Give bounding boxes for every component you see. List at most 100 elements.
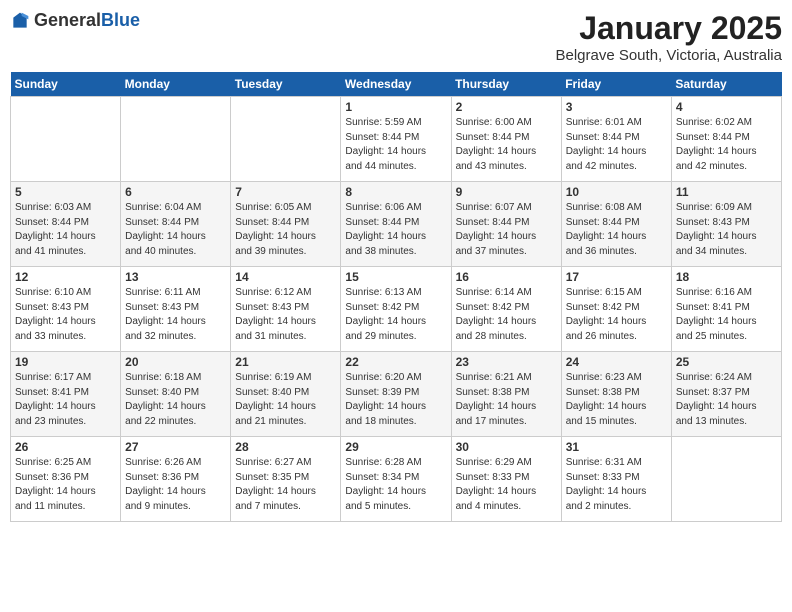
day-header-tuesday: Tuesday bbox=[231, 72, 341, 97]
date-number: 27 bbox=[125, 440, 226, 454]
logo: GeneralBlue bbox=[10, 10, 140, 31]
date-number: 26 bbox=[15, 440, 116, 454]
calendar-cell: 5Sunrise: 6:03 AM Sunset: 8:44 PM Daylig… bbox=[11, 182, 121, 267]
calendar-cell: 18 Sunrise: 6:16 AM Sunset: 8:41 PM Dayli… bbox=[671, 267, 781, 352]
month-title: January 2025 bbox=[555, 10, 782, 47]
calendar-cell: 4 Sunrise: 6:02 AM Sunset: 8:44 PM Daylig… bbox=[671, 97, 781, 182]
date-number: 6 bbox=[125, 185, 226, 199]
cell-info: Sunrise: 6:29 AM Sunset: 8:33 PM Dayligh… bbox=[456, 456, 557, 514]
date-number: 20 bbox=[125, 355, 226, 369]
calendar-cell: 24 Sunrise: 6:23 AM Sunset: 8:38 PM Dayli… bbox=[561, 352, 671, 437]
date-number: 16 bbox=[456, 270, 557, 284]
calendar-cell: 20 Sunrise: 6:18 AM Sunset: 8:40 PM Dayli… bbox=[121, 352, 231, 437]
date-number: 15 bbox=[345, 270, 446, 284]
calendar-cell: 6 Sunrise: 6:04 AM Sunset: 8:44 PM Daylig… bbox=[121, 182, 231, 267]
calendar-cell: 13 Sunrise: 6:11 AM Sunset: 8:43 PM Dayli… bbox=[121, 267, 231, 352]
page-header: GeneralBlue January 2025 Belgrave South,… bbox=[10, 10, 782, 64]
cell-info: Sunrise: 6:09 AM Sunset: 8:43 PM Dayligh… bbox=[676, 201, 777, 259]
date-number: 29 bbox=[345, 440, 446, 454]
date-number: 10 bbox=[566, 185, 667, 199]
calendar-cell: 21 Sunrise: 6:19 AM Sunset: 8:40 PM Dayli… bbox=[231, 352, 341, 437]
cell-info: Sunrise: 6:20 AM Sunset: 8:39 PM Dayligh… bbox=[345, 371, 446, 429]
cell-info: Sunrise: 6:19 AM Sunset: 8:40 PM Dayligh… bbox=[235, 371, 336, 429]
cell-info: Sunrise: 6:21 AM Sunset: 8:38 PM Dayligh… bbox=[456, 371, 557, 429]
calendar-cell: 10Sunrise: 6:08 AM Sunset: 8:44 PM Dayli… bbox=[561, 182, 671, 267]
date-number: 25 bbox=[676, 355, 777, 369]
calendar-cell: 11 Sunrise: 6:09 AM Sunset: 8:43 PM Dayli… bbox=[671, 182, 781, 267]
calendar-cell: 28 Sunrise: 6:27 AM Sunset: 8:35 PM Dayli… bbox=[231, 437, 341, 522]
calendar-cell bbox=[121, 97, 231, 182]
cell-info: Sunrise: 6:12 AM Sunset: 8:43 PM Dayligh… bbox=[235, 286, 336, 344]
cell-info: Sunrise: 6:26 AM Sunset: 8:36 PM Dayligh… bbox=[125, 456, 226, 514]
date-number: 11 bbox=[676, 185, 777, 199]
calendar-cell bbox=[671, 437, 781, 522]
calendar-cell: 17Sunrise: 6:15 AM Sunset: 8:42 PM Dayli… bbox=[561, 267, 671, 352]
date-number: 24 bbox=[566, 355, 667, 369]
calendar-table: SundayMondayTuesdayWednesdayThursdayFrid… bbox=[10, 72, 782, 522]
calendar-cell: 16Sunrise: 6:14 AM Sunset: 8:42 PM Dayli… bbox=[451, 267, 561, 352]
calendar-cell: 31 Sunrise: 6:31 AM Sunset: 8:33 PM Dayli… bbox=[561, 437, 671, 522]
calendar-cell: 8 Sunrise: 6:06 AM Sunset: 8:44 PM Daylig… bbox=[341, 182, 451, 267]
date-number: 4 bbox=[676, 100, 777, 114]
calendar-cell: 3Sunrise: 6:01 AM Sunset: 8:44 PM Daylig… bbox=[561, 97, 671, 182]
date-number: 1 bbox=[345, 100, 446, 114]
calendar-cell: 26 Sunrise: 6:25 AM Sunset: 8:36 PM Dayli… bbox=[11, 437, 121, 522]
day-header-thursday: Thursday bbox=[451, 72, 561, 97]
calendar-cell: 29 Sunrise: 6:28 AM Sunset: 8:34 PM Dayli… bbox=[341, 437, 451, 522]
cell-info: Sunrise: 6:16 AM Sunset: 8:41 PM Dayligh… bbox=[676, 286, 777, 344]
calendar-cell: 23 Sunrise: 6:21 AM Sunset: 8:38 PM Dayli… bbox=[451, 352, 561, 437]
calendar-cell: 14 Sunrise: 6:12 AM Sunset: 8:43 PM Dayli… bbox=[231, 267, 341, 352]
calendar-cell: 27 Sunrise: 6:26 AM Sunset: 8:36 PM Dayli… bbox=[121, 437, 231, 522]
cell-info: Sunrise: 6:07 AM Sunset: 8:44 PM Dayligh… bbox=[456, 201, 557, 259]
cell-info: Sunrise: 6:28 AM Sunset: 8:34 PM Dayligh… bbox=[345, 456, 446, 514]
date-number: 22 bbox=[345, 355, 446, 369]
calendar-cell: 2Sunrise: 6:00 AM Sunset: 8:44 PM Daylig… bbox=[451, 97, 561, 182]
cell-info: Sunrise: 6:18 AM Sunset: 8:40 PM Dayligh… bbox=[125, 371, 226, 429]
cell-info: Sunrise: 6:10 AM Sunset: 8:43 PM Dayligh… bbox=[15, 286, 116, 344]
cell-info: Sunrise: 6:03 AM Sunset: 8:44 PM Dayligh… bbox=[15, 201, 116, 259]
calendar-cell: 30 Sunrise: 6:29 AM Sunset: 8:33 PM Dayli… bbox=[451, 437, 561, 522]
logo-general: General bbox=[34, 10, 101, 30]
location-title: Belgrave South, Victoria, Australia bbox=[555, 47, 782, 64]
day-header-monday: Monday bbox=[121, 72, 231, 97]
cell-info: Sunrise: 6:15 AM Sunset: 8:42 PM Dayligh… bbox=[566, 286, 667, 344]
cell-info: Sunrise: 6:31 AM Sunset: 8:33 PM Dayligh… bbox=[566, 456, 667, 514]
date-number: 8 bbox=[345, 185, 446, 199]
date-number: 13 bbox=[125, 270, 226, 284]
cell-info: Sunrise: 6:23 AM Sunset: 8:38 PM Dayligh… bbox=[566, 371, 667, 429]
calendar-cell: 22 Sunrise: 6:20 AM Sunset: 8:39 PM Dayli… bbox=[341, 352, 451, 437]
cell-info: Sunrise: 6:04 AM Sunset: 8:44 PM Dayligh… bbox=[125, 201, 226, 259]
cell-info: Sunrise: 6:24 AM Sunset: 8:37 PM Dayligh… bbox=[676, 371, 777, 429]
cell-info: Sunrise: 6:25 AM Sunset: 8:36 PM Dayligh… bbox=[15, 456, 116, 514]
calendar-cell bbox=[231, 97, 341, 182]
cell-info: Sunrise: 6:01 AM Sunset: 8:44 PM Dayligh… bbox=[566, 116, 667, 174]
calendar-cell: 25 Sunrise: 6:24 AM Sunset: 8:37 PM Dayli… bbox=[671, 352, 781, 437]
day-header-friday: Friday bbox=[561, 72, 671, 97]
cell-info: Sunrise: 6:06 AM Sunset: 8:44 PM Dayligh… bbox=[345, 201, 446, 259]
calendar-cell: 9 Sunrise: 6:07 AM Sunset: 8:44 PM Daylig… bbox=[451, 182, 561, 267]
date-number: 30 bbox=[456, 440, 557, 454]
cell-info: Sunrise: 6:05 AM Sunset: 8:44 PM Dayligh… bbox=[235, 201, 336, 259]
day-header-wednesday: Wednesday bbox=[341, 72, 451, 97]
date-number: 31 bbox=[566, 440, 667, 454]
date-number: 9 bbox=[456, 185, 557, 199]
cell-info: Sunrise: 6:27 AM Sunset: 8:35 PM Dayligh… bbox=[235, 456, 336, 514]
logo-blue: Blue bbox=[101, 10, 140, 30]
calendar-cell bbox=[11, 97, 121, 182]
date-number: 23 bbox=[456, 355, 557, 369]
date-number: 19 bbox=[15, 355, 116, 369]
date-number: 14 bbox=[235, 270, 336, 284]
cell-info: Sunrise: 6:02 AM Sunset: 8:44 PM Dayligh… bbox=[676, 116, 777, 174]
date-number: 21 bbox=[235, 355, 336, 369]
date-number: 28 bbox=[235, 440, 336, 454]
cell-info: Sunrise: 6:13 AM Sunset: 8:42 PM Dayligh… bbox=[345, 286, 446, 344]
calendar-cell: 15 Sunrise: 6:13 AM Sunset: 8:42 PM Dayli… bbox=[341, 267, 451, 352]
title-block: January 2025 Belgrave South, Victoria, A… bbox=[555, 10, 782, 64]
day-header-sunday: Sunday bbox=[11, 72, 121, 97]
logo-icon bbox=[10, 11, 30, 31]
date-number: 18 bbox=[676, 270, 777, 284]
date-number: 7 bbox=[235, 185, 336, 199]
calendar-cell: 7 Sunrise: 6:05 AM Sunset: 8:44 PM Daylig… bbox=[231, 182, 341, 267]
cell-info: Sunrise: 6:11 AM Sunset: 8:43 PM Dayligh… bbox=[125, 286, 226, 344]
cell-info: Sunrise: 6:00 AM Sunset: 8:44 PM Dayligh… bbox=[456, 116, 557, 174]
